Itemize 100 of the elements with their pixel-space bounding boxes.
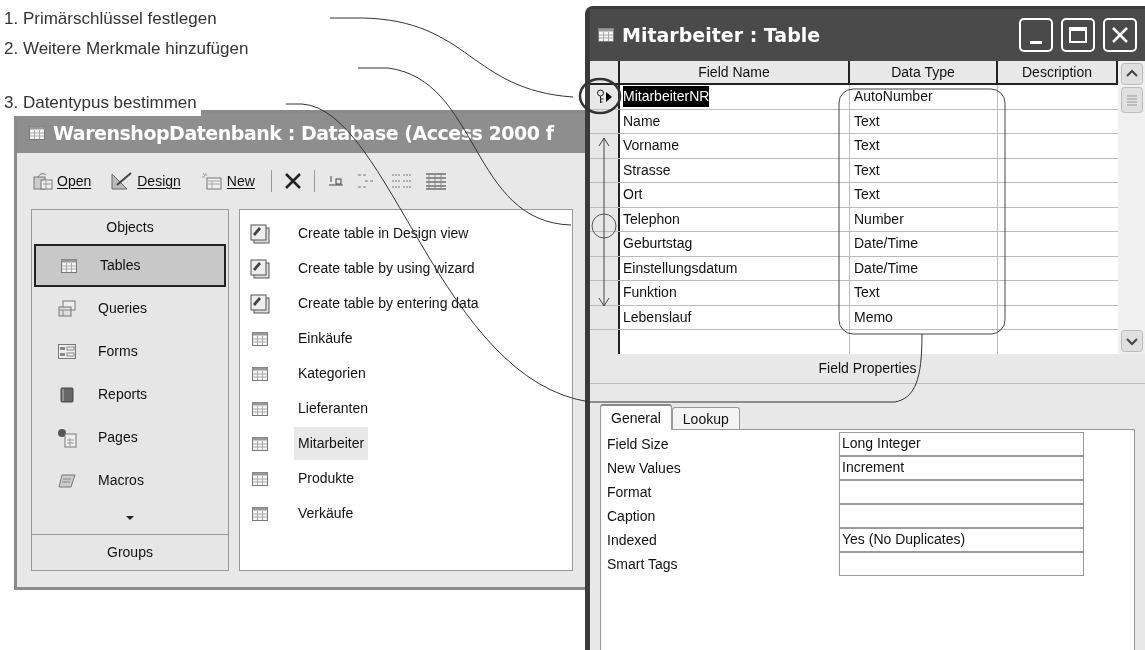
wizard-table-icon [250,293,270,314]
property-value-field[interactable]: Long Integer [839,431,1084,456]
minimize-button[interactable] [1019,18,1053,52]
toolbar-button[interactable]: Open [29,167,96,195]
close-icon [1110,25,1130,45]
data-type-cell[interactable]: Date/Time [854,233,919,255]
tab[interactable]: General [600,404,672,430]
delete-icon[interactable] [283,172,302,190]
object-list-item[interactable]: Create table in Design view [294,217,473,250]
table-icon [61,258,77,273]
row-selector[interactable] [590,134,620,158]
data-type-cell[interactable]: AutoNumber [854,86,933,108]
data-type-cell[interactable]: Date/Time [854,257,919,279]
groups-header[interactable]: Groups [32,534,228,570]
field-name-cell[interactable]: Lebenslauf [623,306,692,328]
field-name-cell[interactable]: Name [623,110,661,132]
page-globe-icon [57,427,77,448]
object-type-item[interactable]: Tables [34,244,226,287]
data-type-cell[interactable]: Memo [854,306,893,328]
scrollbar[interactable] [1118,61,1145,354]
data-type-cell[interactable]: Text [854,184,880,206]
data-type-cell[interactable]: Text [854,110,880,132]
object-type-item[interactable]: Forms [34,330,226,373]
data-type-cell[interactable]: Text [854,135,880,157]
object-type-item[interactable]: Queries [34,287,226,330]
toolbar-button[interactable]: Design [107,167,185,195]
field-name-cell[interactable]: Strasse [623,159,671,181]
data-type-cell[interactable]: Number [854,208,904,230]
table-icon [252,366,268,381]
details-view-icon[interactable] [424,172,447,190]
object-list-item[interactable]: Einkäufe [294,322,357,355]
table-icon [252,401,268,416]
minimize-icon [1030,41,1042,44]
form-icon [58,344,76,359]
window-title: Mitarbeiter : Table [622,22,821,48]
wizard-table-icon [250,258,270,279]
field-name-cell[interactable]: MitarbeiterNR [623,86,710,108]
table-icon [598,28,614,42]
database-icon [29,126,45,140]
book-icon [60,386,74,403]
scroll-thumb-icon[interactable] [1120,87,1143,113]
property-value-field[interactable]: Yes (No Duplicates) [839,527,1084,552]
objects-header: Objects [105,217,155,237]
open-table-icon [33,172,53,190]
object-list-item[interactable]: Lieferanten [294,392,373,425]
object-type-item[interactable]: Pages [34,416,226,459]
object-type-item[interactable]: Macros [34,459,226,502]
new-table-icon [200,172,223,190]
property-value-field[interactable] [839,479,1084,504]
maximize-button[interactable] [1061,18,1095,52]
object-list-item[interactable]: Produkte [294,462,359,495]
object-list-item[interactable]: Kategorien [294,357,370,390]
current-row-icon [606,91,612,102]
column-header: Data Type [850,61,998,83]
scroll-up-icon[interactable] [1120,63,1143,85]
table-icon [252,506,268,521]
wizard-table-icon [250,223,270,244]
property-label: New Values [607,458,682,478]
property-label: Smart Tags [607,554,679,574]
row-selector[interactable] [590,85,620,109]
property-value-field[interactable] [839,503,1084,528]
more-arrow-icon[interactable] [125,515,135,521]
property-label: Format [607,482,653,502]
toolbar-button[interactable]: New [196,167,259,195]
table-icon [252,331,268,346]
property-label: Caption [607,506,657,526]
close-button[interactable] [1103,18,1137,52]
object-list-item[interactable]: Verkäufe [294,497,358,530]
column-header: Field Name [620,61,850,83]
field-name-cell[interactable]: Einstellungsdatum [623,257,738,279]
section-label: Field Properties [818,359,917,378]
property-label: Field Size [607,434,670,454]
highlight-circle [591,213,617,239]
scroll-down-icon[interactable] [1120,330,1143,352]
object-list-item[interactable]: Mitarbeiter [294,427,369,460]
field-name-cell[interactable]: Telephon [623,208,680,230]
scroll-icon [58,473,76,488]
object-list-item[interactable]: Create table by entering data [294,287,483,320]
row-selector[interactable] [590,281,620,305]
data-type-cell[interactable]: Text [854,159,880,181]
window-title: WarenshopDatenbank : Database (Access 2000 f [53,120,554,146]
maximize-icon [1069,27,1087,43]
field-name-cell[interactable]: Funktion [623,282,677,304]
property-label: Indexed [607,530,658,550]
property-value-field[interactable] [839,551,1084,576]
property-value-field[interactable]: Increment [839,455,1084,480]
key-icon [596,89,605,105]
ruler-triangle-icon [111,172,134,190]
table-icon [252,471,268,486]
row-selector[interactable] [590,305,620,329]
row-selector[interactable] [590,183,620,207]
object-list-item[interactable]: Create table by using wizard [294,252,479,285]
stacked-tables-icon [58,299,76,318]
data-type-cell[interactable]: Text [854,282,880,304]
field-name-cell[interactable]: Vorname [623,135,680,157]
row-selector[interactable] [590,330,620,354]
object-type-item[interactable]: Reports [34,373,226,416]
field-name-cell[interactable]: Ort [623,184,643,206]
field-name-cell[interactable]: Geburtstag [623,233,693,255]
table-icon [252,436,268,451]
